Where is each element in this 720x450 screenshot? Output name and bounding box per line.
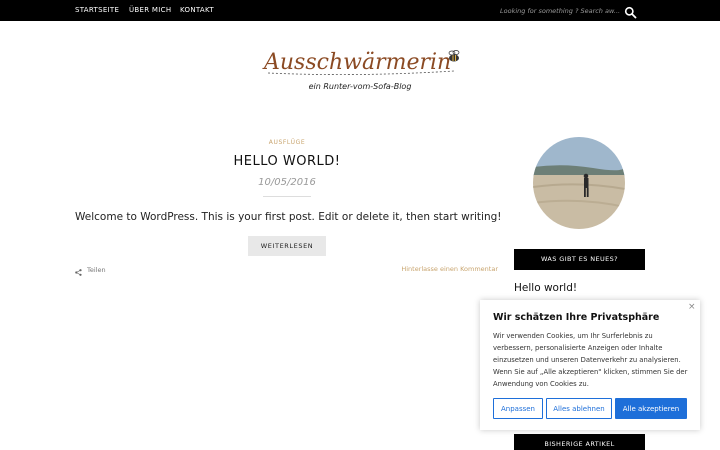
share-icon [75, 261, 82, 280]
widget-title-archive: BISHERIGE ARTIKEL [514, 434, 645, 450]
post-date: 10/05/2016 [258, 177, 316, 188]
top-navigation-bar: STARTSEITE ÜBER MICH KONTAKT [0, 0, 720, 21]
post-title[interactable]: HELLO WORLD! [187, 154, 387, 169]
post-category-link[interactable]: AUSFLÜGE [237, 139, 337, 146]
customize-button[interactable]: Anpassen [493, 398, 543, 419]
recent-post-link[interactable]: Hello world! [514, 282, 577, 294]
share-button[interactable]: Teilen [75, 265, 106, 276]
post-excerpt: Welcome to WordPress. This is your first… [75, 211, 502, 223]
cookie-text: Wir verwenden Cookies, um Ihr Surferlebn… [493, 332, 688, 388]
post-divider [263, 196, 311, 197]
reject-all-button[interactable]: Alles ablehnen [546, 398, 612, 419]
widget-title-news: WAS GIBT ES NEUES? [514, 249, 645, 270]
nav-item-kontakt[interactable]: KONTAKT [180, 0, 214, 21]
cookie-title: Wir schätzen Ihre Privatsphäre [493, 312, 660, 323]
cookie-consent-banner: × Wir schätzen Ihre Privatsphäre Wir ver… [480, 300, 700, 430]
search-input[interactable] [500, 4, 622, 17]
logo-text: Ausschwärmerin [262, 50, 451, 75]
search-icon[interactable] [624, 4, 637, 19]
share-label: Teilen [87, 266, 106, 274]
comment-link[interactable]: Hinterlasse einen Kommentar [390, 265, 498, 273]
read-more-button[interactable]: WEITERLESEN [248, 236, 326, 256]
site-logo[interactable]: Ausschwärmerin [258, 40, 468, 80]
nav-item-startseite[interactable]: STARTSEITE [75, 0, 119, 21]
profile-photo [533, 137, 625, 229]
close-icon[interactable]: × [688, 302, 696, 312]
nav-item-ueber-mich[interactable]: ÜBER MICH [129, 0, 171, 21]
site-tagline: ein Runter-vom-Sofa-Blog [308, 82, 412, 91]
accept-all-button[interactable]: Alle akzeptieren [615, 398, 687, 419]
